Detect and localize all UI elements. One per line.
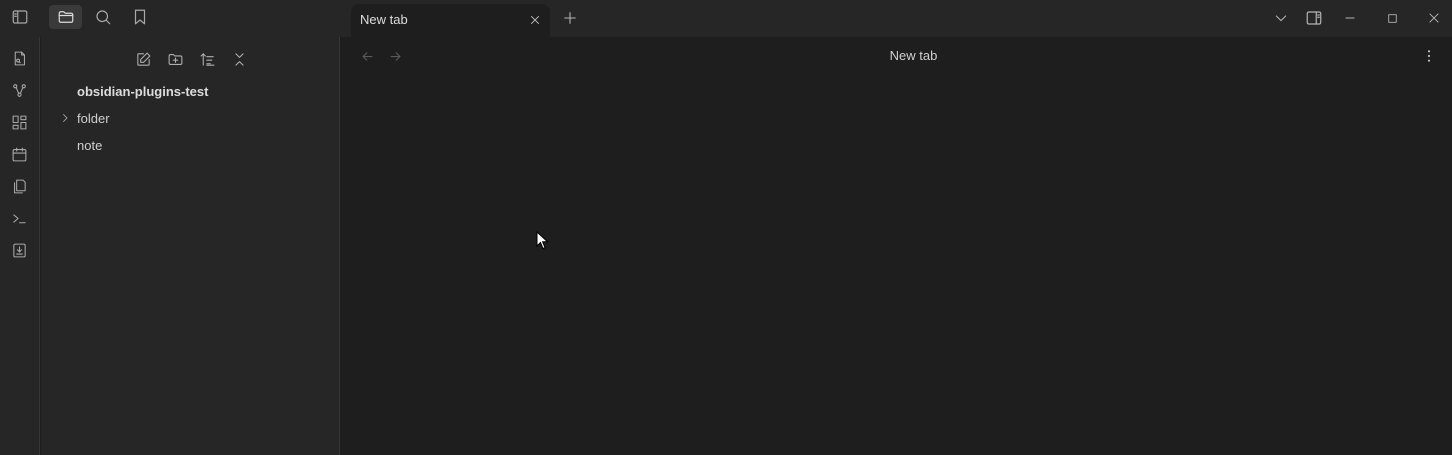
- sort-icon[interactable]: [196, 49, 218, 69]
- new-folder-icon[interactable]: [164, 49, 186, 69]
- tree-item-note[interactable]: note: [77, 138, 102, 153]
- view-title: New tab: [889, 48, 938, 63]
- more-options-icon[interactable]: [1419, 47, 1439, 65]
- bookmark-icon[interactable]: [123, 5, 156, 29]
- tree-item-folder[interactable]: folder: [77, 111, 110, 126]
- terminal-icon[interactable]: [8, 207, 30, 229]
- main-view: New tab: [341, 37, 1452, 455]
- tab-new-tab[interactable]: New tab: [351, 4, 550, 37]
- title-bar: New tab: [0, 0, 1452, 37]
- templates-icon[interactable]: [8, 175, 30, 197]
- chevron-right-icon[interactable]: [59, 111, 71, 125]
- new-tab-icon[interactable]: [560, 8, 580, 28]
- canvas-icon[interactable]: [8, 111, 30, 133]
- folder-icon[interactable]: [49, 5, 82, 29]
- collapse-all-icon[interactable]: [228, 49, 250, 69]
- chevron-down-icon[interactable]: [1270, 8, 1292, 28]
- file-switcher-icon[interactable]: [8, 47, 30, 69]
- maximize-icon[interactable]: [1381, 8, 1403, 28]
- calendar-icon[interactable]: [8, 143, 30, 165]
- new-note-icon[interactable]: [132, 49, 154, 69]
- minimize-icon[interactable]: [1339, 8, 1361, 28]
- graph-view-icon[interactable]: [8, 79, 30, 101]
- search-icon[interactable]: [86, 5, 119, 29]
- close-tab-icon[interactable]: [526, 11, 544, 29]
- ribbon: [0, 37, 40, 455]
- vault-name[interactable]: obsidian-plugins-test: [77, 84, 208, 99]
- mouse-cursor-icon: [536, 231, 549, 250]
- close-icon[interactable]: [1423, 8, 1445, 28]
- tab-title: New tab: [360, 12, 408, 27]
- file-explorer: obsidian-plugins-test folder note: [41, 37, 340, 455]
- import-icon[interactable]: [8, 239, 30, 261]
- obsidian-window: New tab obsidian-plugins-test folder not…: [0, 0, 1452, 455]
- sidebar-toggle-icon[interactable]: [3, 5, 36, 29]
- right-sidebar-icon[interactable]: [1303, 8, 1325, 28]
